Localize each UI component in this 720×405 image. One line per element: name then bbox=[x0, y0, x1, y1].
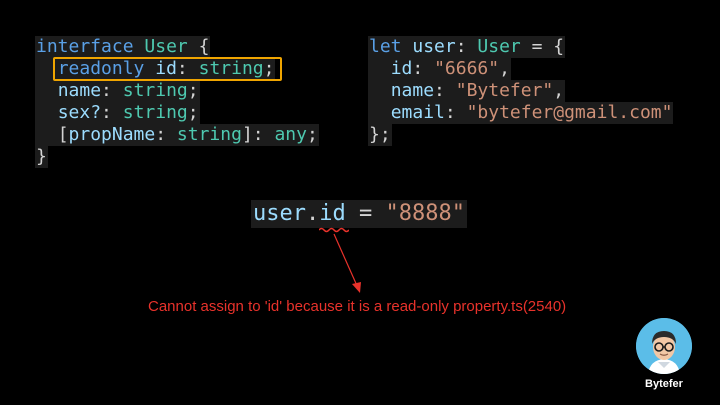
punctuation: ]: bbox=[241, 124, 275, 145]
type-name: User bbox=[144, 36, 188, 57]
punctuation: : bbox=[434, 80, 456, 101]
code-line-name-value: name: "Bytefer", bbox=[368, 80, 566, 102]
code-line-let-user: let user: User = { bbox=[368, 36, 566, 58]
punctuation: { bbox=[187, 36, 210, 57]
code-line-id-value: id: "6666", bbox=[368, 58, 511, 80]
punctuation: : bbox=[101, 80, 123, 101]
string-value: "6666" bbox=[434, 58, 500, 79]
type-name: string bbox=[122, 80, 188, 101]
property-name: name bbox=[390, 80, 435, 101]
type-name: User bbox=[477, 36, 521, 57]
code-line-email-value: email: "bytefer@gmail.com" bbox=[368, 102, 674, 124]
keyword: let bbox=[369, 36, 402, 57]
variable-name: user bbox=[253, 201, 306, 226]
code-line-close-brace: } bbox=[35, 146, 48, 168]
punctuation: = { bbox=[520, 36, 565, 57]
punctuation: : bbox=[455, 36, 478, 57]
punctuation: }; bbox=[369, 124, 391, 145]
punctuation: ; bbox=[187, 80, 199, 101]
code-line-name: name: string; bbox=[35, 80, 200, 102]
string-value: "Bytefer" bbox=[455, 80, 554, 101]
punctuation: : bbox=[155, 124, 177, 145]
punctuation: , bbox=[553, 80, 565, 101]
property-name: id bbox=[390, 58, 413, 79]
keyword: interface bbox=[36, 36, 134, 57]
assignment-statement: user. id = "8888" bbox=[251, 200, 467, 228]
punctuation: . bbox=[305, 201, 320, 226]
string-value: "8888" bbox=[385, 201, 465, 226]
punctuation: } bbox=[36, 146, 47, 167]
string-value: "bytefer@gmail.com" bbox=[466, 102, 673, 123]
type-name: any bbox=[274, 124, 307, 145]
type-name: string bbox=[176, 124, 242, 145]
punctuation: : bbox=[101, 102, 123, 123]
error-message: Cannot assign to 'id' because it is a re… bbox=[148, 298, 567, 315]
avatar-illustration-icon bbox=[636, 318, 692, 374]
punctuation: , bbox=[499, 58, 510, 79]
type-name: string bbox=[122, 102, 188, 123]
property-name: sex? bbox=[57, 102, 102, 123]
property-name: email bbox=[390, 102, 445, 123]
code-line-close-object: }; bbox=[368, 124, 392, 146]
variable-name: user bbox=[412, 36, 456, 57]
punctuation: ; bbox=[306, 124, 318, 145]
brand-badge: Bytefer bbox=[636, 318, 692, 390]
readonly-highlight-box bbox=[53, 57, 282, 81]
brand-name: Bytefer bbox=[645, 378, 683, 390]
code-line-index-signature: [propName: string]: any; bbox=[35, 124, 319, 146]
error-squiggle-underline bbox=[319, 227, 349, 233]
punctuation: = bbox=[345, 201, 386, 226]
punctuation: : bbox=[412, 58, 435, 79]
punctuation: : bbox=[444, 102, 467, 123]
punctuation: [ bbox=[57, 124, 69, 145]
code-line-interface-header: interface User { bbox=[35, 36, 211, 58]
property-name: name bbox=[57, 80, 102, 101]
punctuation: ; bbox=[187, 102, 199, 123]
code-line-sex: sex?: string; bbox=[35, 102, 200, 124]
property-name: propName bbox=[68, 124, 156, 145]
error-property-name: id bbox=[319, 201, 346, 226]
avatar bbox=[636, 318, 692, 374]
